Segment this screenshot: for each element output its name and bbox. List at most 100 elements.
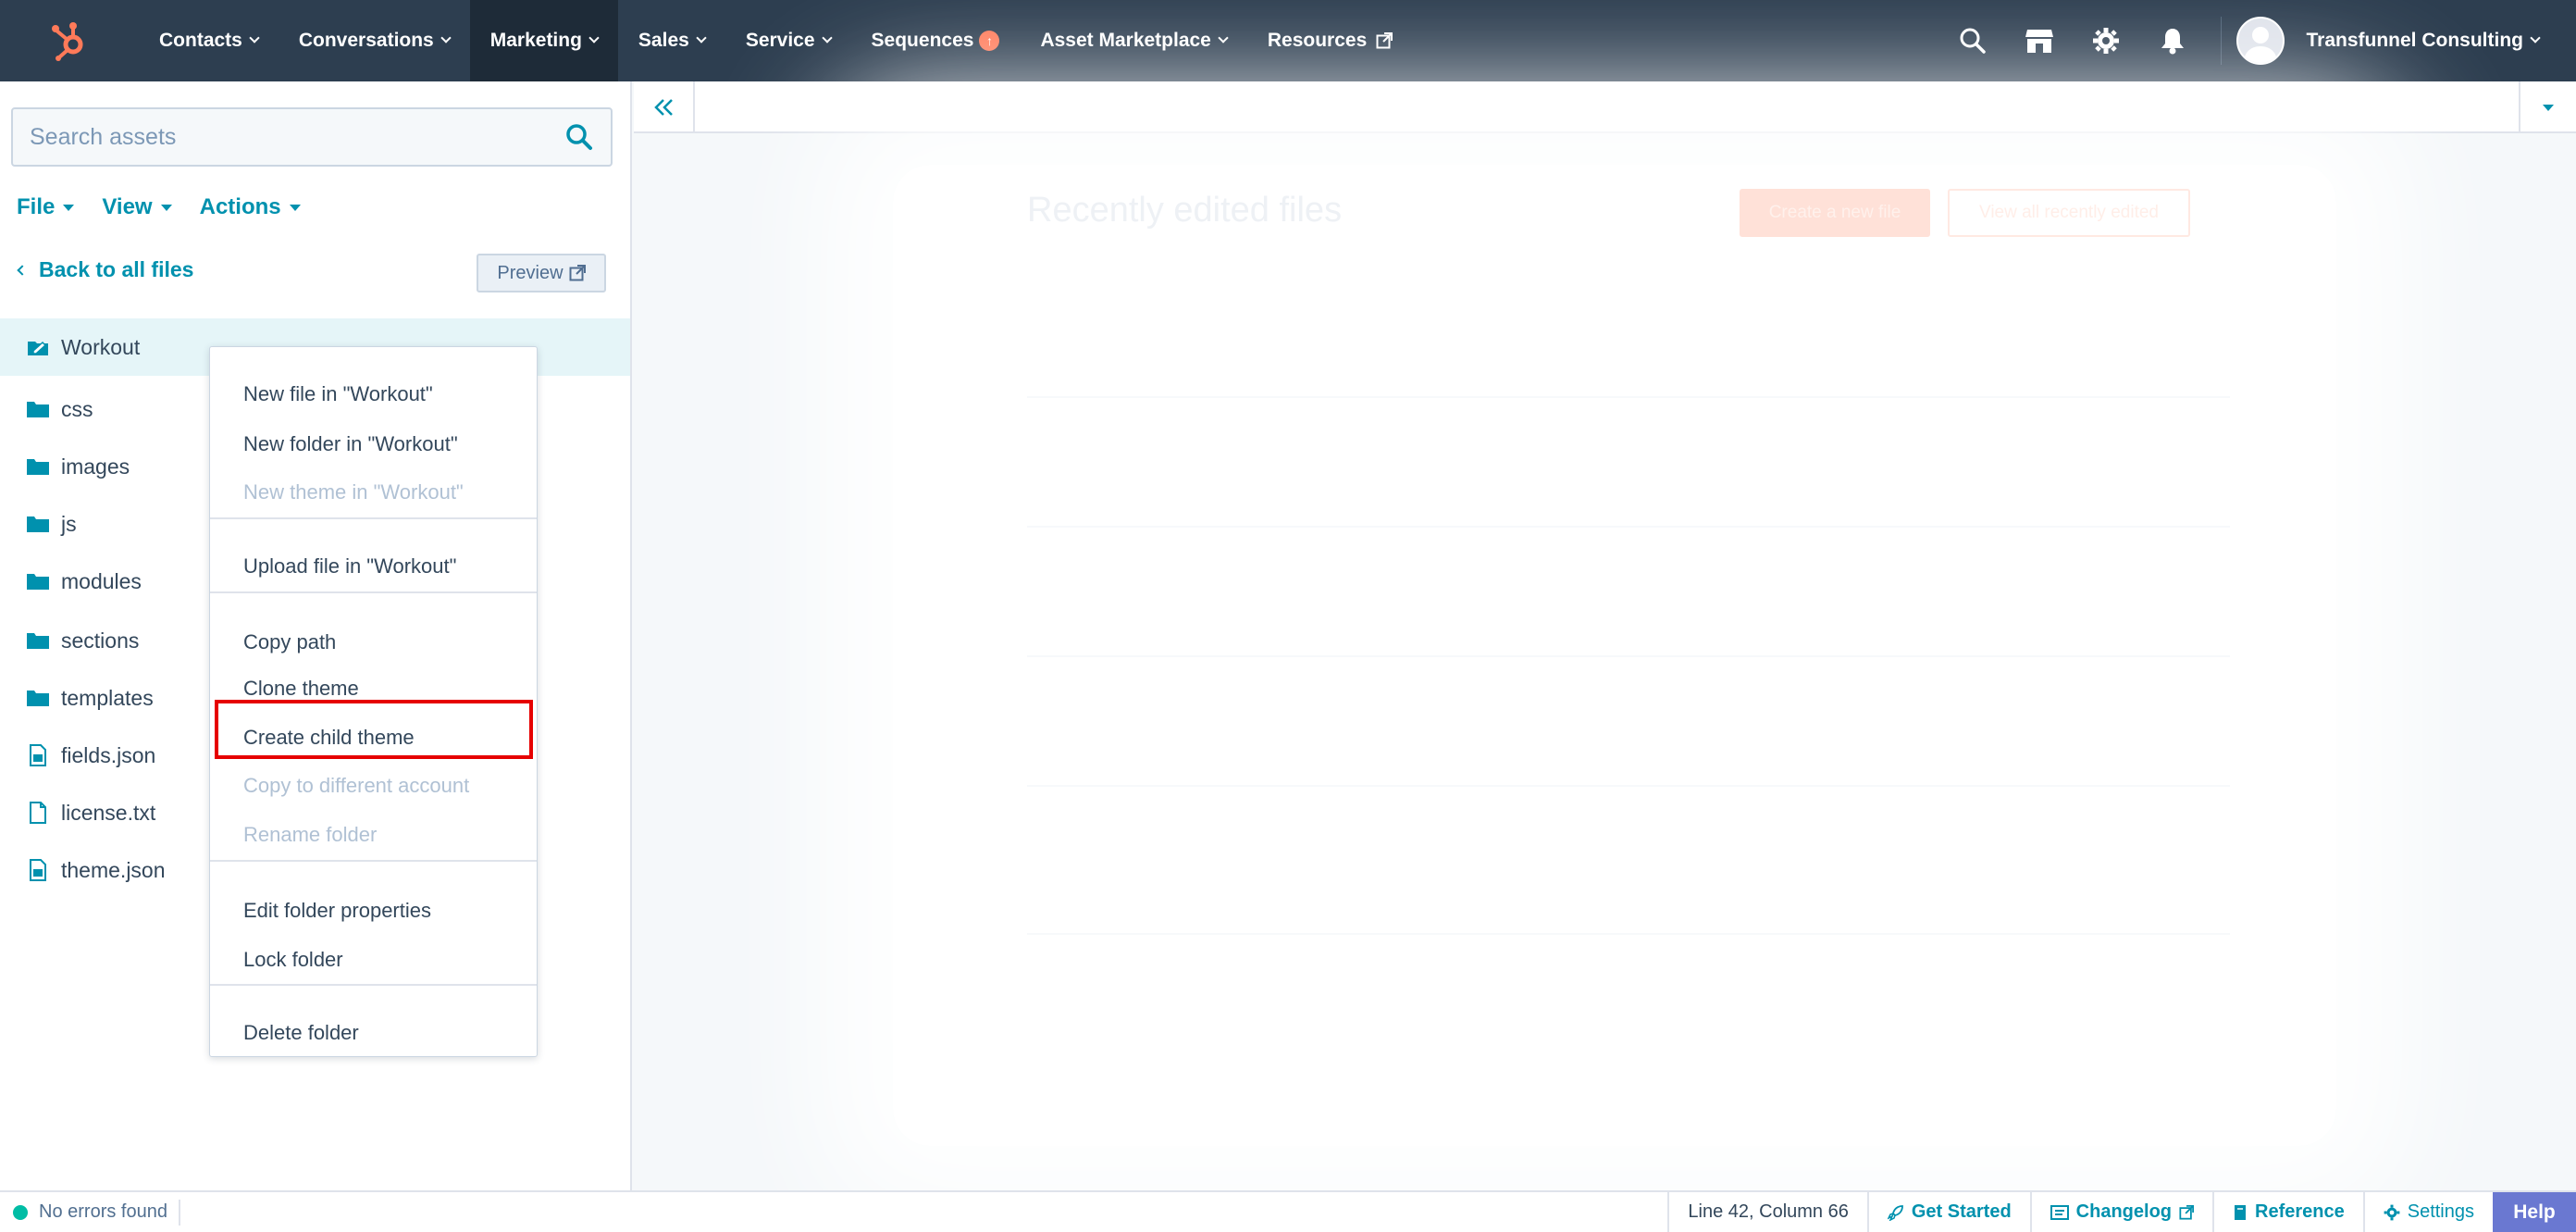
gear-icon — [2384, 1204, 2400, 1220]
folder-icon — [26, 398, 50, 420]
nav-item-asset-marketplace[interactable]: Asset Marketplace — [1020, 0, 1246, 81]
menu-separator — [210, 860, 537, 862]
table-divider — [1027, 655, 2230, 657]
reference-link[interactable]: Reference — [2212, 1192, 2363, 1232]
nav-item-contacts[interactable]: Contacts — [139, 0, 279, 81]
marketplace-icon[interactable] — [2006, 0, 2073, 81]
search-assets-input[interactable] — [30, 123, 548, 151]
context-menu-item-clone-theme[interactable]: Clone theme — [243, 677, 359, 701]
nav-item-conversations[interactable]: Conversations — [279, 0, 470, 81]
context-menu-item-copy-to-different-account: Copy to different account — [243, 774, 470, 797]
tree-item-label: Workout — [61, 334, 141, 359]
folder-icon — [26, 513, 50, 535]
settings-gear-icon[interactable] — [2073, 0, 2139, 81]
nav-item-sequences[interactable]: Sequences ↑ — [851, 0, 1021, 81]
menu-separator — [210, 591, 537, 593]
tree-item-label: modules — [61, 568, 142, 593]
chevron-down-icon — [249, 32, 260, 44]
nav-item-resources[interactable]: Resources — [1247, 0, 1413, 81]
chevron-left-icon — [17, 264, 28, 276]
table-divider — [1027, 526, 2230, 528]
context-menu-item-delete-folder[interactable]: Delete folder — [243, 1021, 359, 1045]
json-file-icon — [26, 859, 50, 881]
chevron-down-icon — [2530, 32, 2541, 44]
status-left-group: No errors found — [13, 1192, 180, 1232]
cursor-position-text: Line 42, Column 66 — [1688, 1201, 1849, 1222]
tree-item-label: fields.json — [61, 742, 156, 767]
context-menu-item-edit-folder-properties[interactable]: Edit folder properties — [243, 899, 431, 923]
context-menu-item-lock-folder[interactable]: Lock folder — [243, 948, 343, 972]
status-right-group: Line 42, Column 66 Get Started Changelog… — [1667, 1192, 2576, 1232]
chevron-down-icon — [440, 32, 452, 44]
changelog-label: Changelog — [2075, 1201, 2173, 1222]
json-file-icon — [26, 744, 50, 766]
nav-item-label: Conversations — [298, 30, 434, 51]
search-icon[interactable] — [1939, 0, 2006, 81]
user-avatar[interactable] — [2235, 17, 2285, 65]
back-to-all-files-link[interactable]: Back to all files — [17, 257, 194, 282]
table-divider — [1027, 933, 2230, 935]
context-menu-item-new-file-in-workout[interactable]: New file in "Workout" — [243, 382, 433, 406]
view-menu[interactable]: View — [102, 194, 172, 220]
settings-label: Settings — [2407, 1201, 2474, 1222]
nav-item-sales[interactable]: Sales — [618, 0, 725, 81]
highlight-annotation-box — [215, 700, 533, 759]
get-started-link[interactable]: Get Started — [1866, 1192, 2030, 1232]
file-menu-label: File — [17, 194, 56, 219]
table-divider — [1027, 396, 2230, 398]
double-chevron-left-icon — [654, 99, 673, 116]
context-menu-item-new-theme-in-workout: New theme in "Workout" — [243, 480, 464, 504]
tab-dropdown-button[interactable] — [2519, 81, 2576, 133]
reference-label: Reference — [2255, 1201, 2345, 1222]
search-icon[interactable] — [564, 122, 594, 152]
changelog-link[interactable]: Changelog — [2029, 1192, 2212, 1232]
error-status-text: No errors found — [39, 1201, 167, 1222]
settings-link[interactable]: Settings — [2362, 1192, 2493, 1232]
account-menu[interactable]: Transfunnel Consulting — [2307, 30, 2541, 52]
view-menu-label: View — [102, 194, 153, 219]
rocket-icon — [1887, 1204, 1903, 1221]
back-link-label: Back to all files — [39, 257, 194, 281]
external-link-icon — [2179, 1204, 2195, 1220]
preview-button[interactable]: Preview — [477, 254, 606, 292]
help-button[interactable]: Help — [2493, 1192, 2576, 1232]
status-divider — [178, 1199, 180, 1226]
context-menu-item-new-folder-in-workout[interactable]: New folder in "Workout" — [243, 432, 458, 456]
context-menu-item-upload-file-in-workout[interactable]: Upload file in "Workout" — [243, 554, 456, 579]
chevron-down-icon — [821, 32, 833, 44]
folder-icon — [26, 629, 50, 652]
actions-menu[interactable]: Actions — [200, 194, 301, 220]
chevron-down-icon — [1218, 32, 1229, 44]
top-navigation-bar: Contacts Conversations Marketing Sales Servi… — [0, 0, 2576, 81]
nav-item-label: Resources — [1267, 30, 1368, 51]
status-ok-dot-icon — [13, 1204, 28, 1220]
nav-item-service[interactable]: Service — [725, 0, 851, 81]
tree-item-label: images — [61, 454, 130, 479]
preview-label: Preview — [497, 262, 564, 283]
notifications-bell-icon[interactable] — [2139, 0, 2206, 81]
view-all-recently-edited-button: View all recently edited — [1948, 189, 2190, 237]
hubspot-logo-icon[interactable] — [0, 0, 139, 81]
tree-item-label: templates — [61, 685, 154, 710]
menu-separator — [210, 517, 537, 519]
nav-item-label: Marketing — [489, 30, 582, 51]
upgrade-badge-icon: ↑ — [979, 31, 1000, 51]
nav-divider — [2220, 17, 2222, 65]
nav-item-label: Sequences — [871, 30, 974, 51]
file-menu[interactable]: File — [17, 194, 75, 220]
tree-item-label: js — [61, 511, 77, 536]
collapse-sidebar-button[interactable] — [634, 81, 695, 133]
changelog-icon — [2050, 1204, 2069, 1220]
caret-down-icon — [2543, 104, 2554, 111]
caret-down-icon — [289, 204, 301, 211]
nav-right-group: Transfunnel Consulting — [1939, 0, 2576, 81]
context-menu-item-copy-path[interactable]: Copy path — [243, 630, 336, 654]
actions-menu-label: Actions — [199, 194, 281, 219]
nav-item-label: Service — [745, 30, 815, 51]
external-link-icon — [1376, 32, 1393, 49]
caret-down-icon — [160, 204, 172, 211]
get-started-label: Get Started — [1911, 1201, 2012, 1222]
nav-item-marketing[interactable]: Marketing — [469, 0, 618, 81]
folder-icon — [26, 687, 50, 709]
recent-files-table — [1027, 267, 2230, 989]
